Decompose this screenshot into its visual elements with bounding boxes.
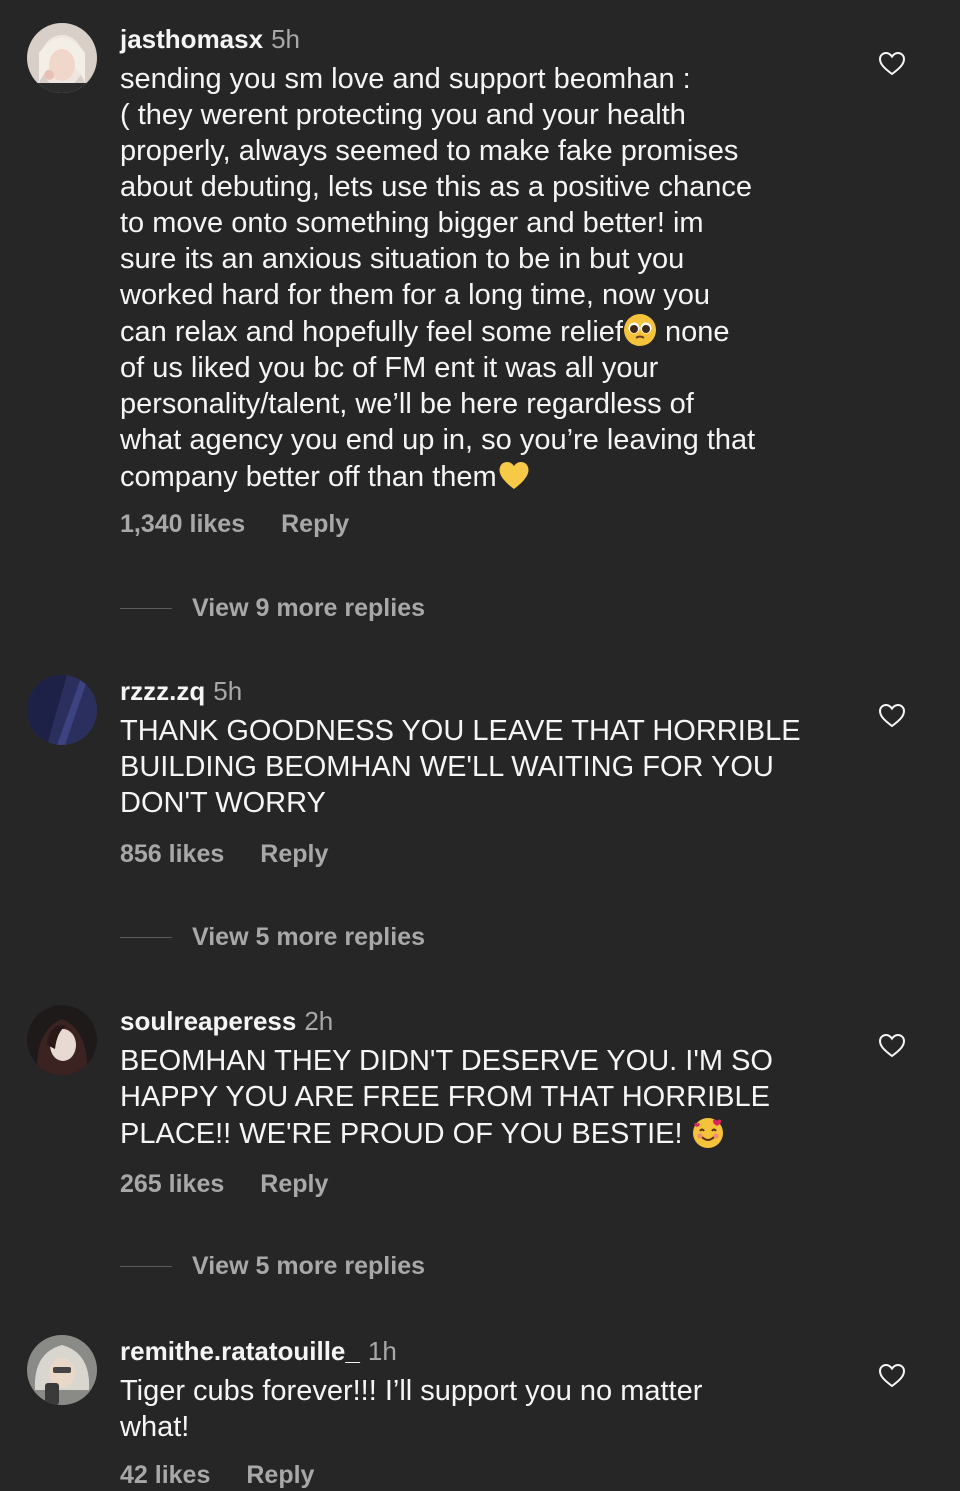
like-count[interactable]: 1,340 likes	[120, 510, 245, 538]
avatar-photo	[27, 1335, 97, 1405]
comment-header: soulreaperess 2h	[120, 1003, 333, 1039]
heart-outline-icon[interactable]	[878, 50, 906, 78]
heart-outline-icon[interactable]	[878, 702, 906, 730]
comment-line-part: company better off than them	[120, 461, 497, 493]
comment-line-part: can relax and hopefully feel some relief	[120, 316, 623, 348]
comment-actions: 265 likes Reply	[120, 1170, 328, 1199]
username[interactable]: soulreaperess	[120, 1006, 296, 1036]
heart-outline-icon[interactable]	[878, 1362, 906, 1390]
comment-line: PLACE!! WE'RE PROUD OF YOU BESTIE!	[120, 1115, 840, 1152]
heart-outline-icon[interactable]	[878, 1032, 906, 1060]
like-count[interactable]: 856 likes	[120, 840, 224, 868]
timestamp: 1h	[367, 1336, 397, 1366]
avatar-photo	[27, 675, 97, 745]
comment-line: Tiger cubs forever!!! I’ll support you n…	[120, 1375, 703, 1407]
view-more-replies-label: View 5 more replies	[192, 923, 425, 951]
reply-button[interactable]: Reply	[281, 510, 349, 538]
comment-line-part: PLACE!! WE'RE PROUD OF YOU BESTIE!	[120, 1118, 683, 1150]
comment-actions: 42 likes Reply	[120, 1461, 314, 1490]
reply-button[interactable]: Reply	[260, 1170, 328, 1198]
username[interactable]: rzzz.zq	[120, 676, 205, 706]
username[interactable]: jasthomasx	[120, 24, 263, 54]
comment-header: remithe.ratatouille_ 1h	[120, 1333, 397, 1369]
comment-line: company better off than them	[120, 458, 840, 495]
comment-text: BEOMHAN THEY DIDN'T DESERVE YOU. I'M SO …	[120, 1043, 840, 1152]
comment-line: DON'T WORRY	[120, 787, 326, 819]
comment-actions: 856 likes Reply	[120, 840, 328, 869]
comment-header: rzzz.zq 5h	[120, 673, 242, 709]
comment-actions: 1,340 likes Reply	[120, 510, 349, 539]
comment-line: of us liked you bc of FM ent it was all …	[120, 352, 659, 384]
comment-line: personality/talent, we’ll be here regard…	[120, 388, 694, 420]
comment-line: what agency you end up in, so you’re lea…	[120, 424, 756, 456]
comment-line: what!	[120, 1411, 190, 1443]
like-count[interactable]: 265 likes	[120, 1170, 224, 1198]
comment-line: sure its an anxious situation to be in b…	[120, 243, 685, 275]
comment-line: properly, always seemed to make fake pro…	[120, 135, 739, 167]
smiling-face-with-hearts-emoji	[692, 1118, 723, 1148]
comment-line: can relax and hopefully feel some relief…	[120, 313, 840, 350]
avatar[interactable]	[27, 1005, 97, 1075]
comment-line-part: none	[656, 316, 730, 348]
comment-line: worked hard for them for a long time, no…	[120, 279, 710, 311]
view-more-replies-label: View 9 more replies	[192, 594, 425, 622]
reply-button[interactable]: Reply	[260, 840, 328, 868]
comment-text: sending you sm love and support beomhan …	[120, 61, 840, 495]
yellow-heart-emoji	[499, 461, 529, 489]
timestamp: 5h	[213, 676, 243, 706]
view-more-replies-label: View 5 more replies	[192, 1252, 425, 1280]
comment-line: about debuting, lets use this as a posit…	[120, 171, 752, 203]
comment-header: jasthomasx 5h	[120, 21, 300, 57]
comment-text: THANK GOODNESS YOU LEAVE THAT HORRIBLE B…	[120, 713, 840, 821]
reply-button[interactable]: Reply	[246, 1461, 314, 1489]
replies-divider-line	[120, 1266, 172, 1267]
timestamp: 5h	[271, 24, 300, 54]
like-count[interactable]: 42 likes	[120, 1461, 210, 1489]
avatar-photo	[27, 1005, 97, 1075]
timestamp: 2h	[304, 1006, 334, 1036]
avatar[interactable]	[27, 1335, 97, 1405]
replies-divider-line	[120, 937, 172, 938]
username[interactable]: remithe.ratatouille_	[120, 1336, 360, 1366]
avatar[interactable]	[27, 675, 97, 745]
replies-divider-line	[120, 608, 172, 609]
avatar[interactable]	[27, 23, 97, 93]
comment-line: ( they werent protecting you and your he…	[120, 99, 686, 131]
comment-line: sending you sm love and support beomhan …	[120, 63, 691, 95]
comment-line: to move onto something bigger and better…	[120, 207, 704, 239]
comment-line: THANK GOODNESS YOU LEAVE THAT HORRIBLE	[120, 715, 801, 747]
comment-line: HAPPY YOU ARE FREE FROM THAT HORRIBLE	[120, 1081, 770, 1113]
comment-line: BUILDING BEOMHAN WE'LL WAITING FOR YOU	[120, 751, 774, 783]
avatar-photo	[27, 23, 97, 93]
pleading-face-emoji	[623, 314, 656, 346]
comment-line: BEOMHAN THEY DIDN'T DESERVE YOU. I'M SO	[120, 1045, 773, 1077]
comment-text: Tiger cubs forever!!! I’ll support you n…	[120, 1373, 840, 1445]
